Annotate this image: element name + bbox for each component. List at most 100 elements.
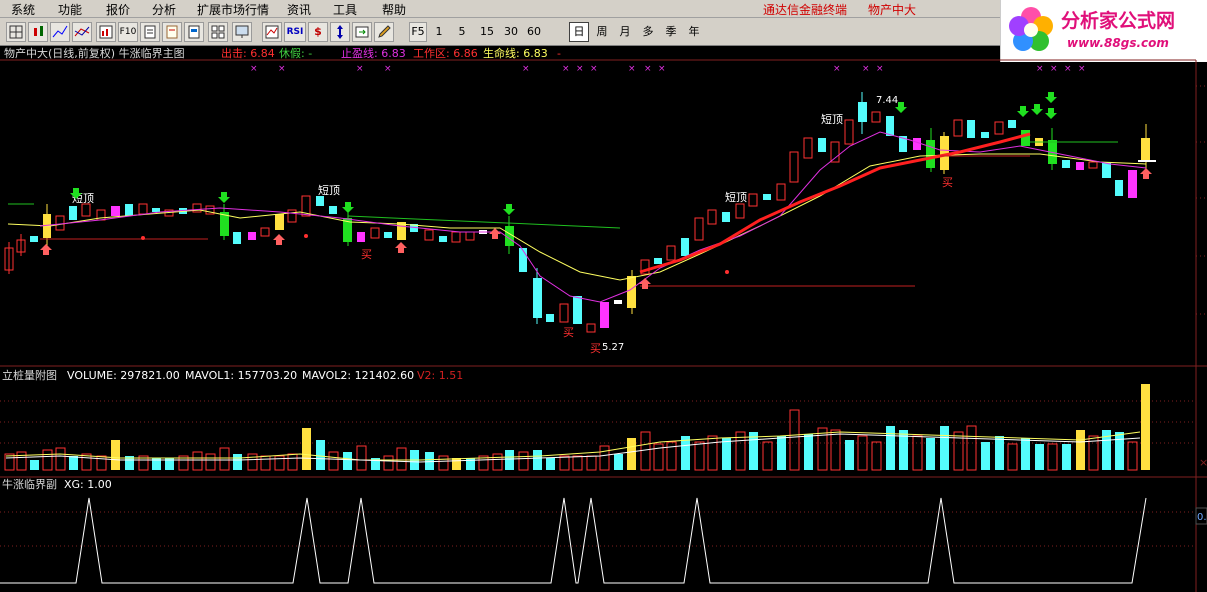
candle: [858, 102, 867, 122]
menu-tools[interactable]: 工具: [333, 1, 357, 18]
rsi-icon[interactable]: RSI: [284, 22, 306, 42]
main-panel-title: 物产中大(日线,前复权) 牛涨临界主图: [4, 46, 185, 60]
candle: [1088, 161, 1098, 169]
line-icon[interactable]: [50, 22, 70, 42]
window-switch-icon[interactable]: [352, 22, 372, 42]
candle: [967, 120, 975, 138]
window-grid-icon[interactable]: [208, 22, 228, 42]
buy-label: 买: [590, 342, 601, 355]
pencil-icon[interactable]: [374, 22, 394, 42]
chart-window-icon[interactable]: [96, 22, 116, 42]
period-f5[interactable]: F5: [409, 22, 427, 42]
candle: [424, 229, 434, 241]
menu-system[interactable]: 系统: [11, 1, 35, 18]
volume-bar: [707, 435, 718, 471]
indicator-dash: -: [557, 47, 561, 60]
svg-text:×: ×: [1036, 64, 1044, 74]
candle: [627, 276, 636, 308]
grid-icon[interactable]: [6, 22, 26, 42]
volume-bar: [559, 455, 570, 471]
volume-bar: [55, 447, 66, 471]
volume-bar: [981, 442, 990, 470]
period-5min[interactable]: 5: [453, 22, 471, 42]
drag-icon[interactable]: [330, 22, 350, 42]
volume-bar: [940, 426, 949, 470]
signal-dot: [304, 234, 308, 238]
doc-icon[interactable]: [140, 22, 160, 42]
period-day[interactable]: 日: [569, 22, 589, 42]
chart-area[interactable]: × 0. 物产中大(日线,前复权) 牛涨临界主图 出击: 6.84 休假: - …: [0, 46, 1207, 592]
menu-analysis[interactable]: 分析: [152, 1, 176, 18]
svg-text:×: ×: [628, 64, 636, 74]
volume-bar: [572, 455, 583, 471]
volume-bar: [871, 441, 882, 471]
candle: [287, 209, 297, 223]
volume-bar: [533, 450, 542, 470]
info-icon[interactable]: [162, 22, 182, 42]
menu-function[interactable]: 功能: [58, 1, 82, 18]
candle: [763, 194, 771, 200]
candle: [111, 206, 120, 216]
period-quarter[interactable]: 季: [661, 22, 681, 42]
candle: [260, 227, 270, 237]
indicator-take-profit: 止盈线: 6.83: [341, 46, 406, 60]
candle: [789, 151, 799, 183]
volume-bar: [205, 453, 216, 471]
candle: [776, 183, 786, 201]
candle: [357, 232, 365, 242]
volume-bar: [1127, 441, 1138, 471]
period-1min[interactable]: 1: [430, 22, 448, 42]
sell-arrow-icon: [1017, 106, 1029, 117]
high-price-label: 7.44: [876, 95, 898, 106]
volume-bar: [518, 451, 529, 471]
menu-quote[interactable]: 报价: [106, 1, 130, 18]
volume-bar: [383, 455, 394, 471]
logo-title: 分析家公式网: [1061, 9, 1175, 32]
candle-icon[interactable]: [28, 22, 48, 42]
volume-bar: [1076, 430, 1085, 470]
period-30min[interactable]: 30: [500, 22, 522, 42]
volume-bar: [302, 428, 311, 470]
candle: [694, 217, 704, 241]
volume-bar: [912, 435, 923, 471]
f10-icon[interactable]: F10: [118, 22, 138, 42]
volume-bar: [1062, 444, 1071, 470]
top-cross-markers: × × × × × × × × × × × × × × × × × ×: [250, 64, 1086, 74]
candle: [886, 116, 894, 136]
page-icon[interactable]: [184, 22, 204, 42]
close-pane-icon[interactable]: ×: [1199, 456, 1207, 469]
candle: [69, 206, 77, 220]
volume-panel-title: 立桩量附图: [2, 368, 57, 382]
volume-bar: [438, 455, 449, 471]
period-60min[interactable]: 60: [523, 22, 545, 42]
candle: [125, 204, 133, 216]
sell-arrow-icon: [1045, 108, 1057, 119]
buy-arrow-icon: [40, 244, 52, 255]
period-multi[interactable]: 多: [638, 22, 658, 42]
last-price-marker: [1138, 160, 1156, 162]
volume-bar: [614, 454, 623, 470]
volume-bar: [966, 425, 977, 471]
volume-bar: [1007, 443, 1018, 471]
candle: [138, 203, 148, 215]
period-year[interactable]: 年: [684, 22, 704, 42]
menu-news[interactable]: 资讯: [287, 1, 311, 18]
candle: [316, 196, 324, 206]
compare-icon[interactable]: [72, 22, 92, 42]
period-15min[interactable]: 15: [476, 22, 498, 42]
candle: [384, 232, 392, 238]
period-month[interactable]: 月: [615, 22, 635, 42]
dollar-icon[interactable]: $: [308, 22, 328, 42]
zoom-icon[interactable]: [262, 22, 282, 42]
signal-markers: 短顶 短顶 短顶 短顶 7.44 5.27 买 买 买 买: [72, 95, 953, 355]
signal-dot: [725, 270, 729, 274]
candle: [600, 302, 609, 328]
menu-extended-market[interactable]: 扩展市场行情: [197, 1, 269, 18]
candle: [844, 119, 854, 145]
signal-dot: [141, 236, 145, 240]
period-week[interactable]: 周: [592, 22, 612, 42]
monitor-icon[interactable]: [232, 22, 252, 42]
volume-bar: [1021, 438, 1030, 470]
candle: [152, 208, 160, 212]
menu-help[interactable]: 帮助: [382, 1, 406, 18]
